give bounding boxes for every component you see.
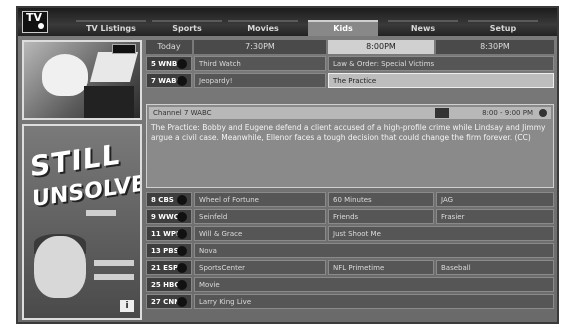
program-channel-label: Channel 7 WABC — [153, 109, 212, 117]
live-preview-window[interactable] — [22, 40, 142, 120]
program-cell[interactable]: Baseball — [436, 260, 554, 275]
program-cell[interactable]: Friends — [328, 209, 434, 224]
tab-sports[interactable]: Sports — [152, 20, 222, 36]
channel-row: 13 PBS Nova — [146, 243, 554, 258]
channel-row: 27 CNN Larry King Live — [146, 294, 554, 309]
reminder-icon[interactable] — [539, 109, 547, 117]
program-cell[interactable]: 60 Minutes — [328, 192, 434, 207]
channel-label[interactable]: 11 WPIX — [146, 226, 192, 241]
record-icon[interactable] — [435, 108, 449, 118]
promo-ad-panel[interactable]: STILL UNSOLVED i — [22, 124, 142, 320]
channel-label[interactable]: 25 HBO — [146, 277, 192, 292]
channel-label[interactable]: 9 WWOR — [146, 209, 192, 224]
network-logo-icon — [177, 280, 187, 290]
preview-graphic — [89, 52, 139, 82]
program-cell[interactable]: JAG — [436, 192, 554, 207]
top-navigation-bar: TV TV Listings Sports Movies Kids News Setup — [18, 8, 557, 36]
program-cell[interactable]: Nova — [194, 243, 554, 258]
program-cell[interactable]: Just Shoot Me — [328, 226, 554, 241]
program-cell[interactable]: NFL Primetime — [328, 260, 434, 275]
network-logo-icon — [177, 195, 187, 205]
network-logo-icon — [177, 212, 187, 222]
network-logo-icon — [177, 297, 187, 307]
program-info-panel: Channel 7 WABC 8:00 - 9:00 PM The Practi… — [146, 104, 554, 188]
program-cell[interactable]: Third Watch — [194, 56, 326, 71]
program-cell[interactable]: Jeopardy! — [194, 73, 326, 88]
channel-number: 25 HBO — [151, 281, 181, 289]
football-helmet-image — [42, 54, 88, 96]
tab-tv-listings[interactable]: TV Listings — [76, 20, 146, 36]
tv-logo: TV — [22, 11, 48, 33]
channel-row: 25 HBO Movie — [146, 277, 554, 292]
tab-news[interactable]: News — [388, 20, 458, 36]
program-cell[interactable]: The Practice — [328, 73, 554, 88]
program-cell[interactable]: Law & Order: Special Victims — [328, 56, 554, 71]
channel-row: 21 ESPN SportsCenter NFL Primetime Baseball — [146, 260, 554, 275]
channel-number: 27 CNN — [151, 298, 181, 306]
program-cell[interactable]: Will & Grace — [194, 226, 326, 241]
program-time-label: 8:00 - 9:00 PM — [482, 109, 533, 117]
program-description: The Practice: Bobby and Eugene defend a … — [151, 123, 546, 142]
channel-label[interactable]: 5 WNBC — [146, 56, 192, 71]
channel-label[interactable]: 13 PBS — [146, 243, 192, 258]
program-cell[interactable]: Movie — [194, 277, 554, 292]
program-cell[interactable]: SportsCenter — [194, 260, 326, 275]
promo-caption-graphic — [86, 210, 116, 216]
picture-in-picture-icon — [112, 44, 136, 54]
channel-label[interactable]: 8 CBS — [146, 192, 192, 207]
promo-caption-graphic — [94, 274, 134, 280]
channel-row: 11 WPIX Will & Grace Just Shoot Me — [146, 226, 554, 241]
logo-dot-icon — [38, 23, 44, 29]
preview-figure — [84, 86, 134, 118]
time-slot-0: Today — [146, 40, 192, 54]
time-slot-2: 8:00PM — [328, 40, 434, 54]
network-logo-icon — [177, 263, 187, 273]
tab-kids[interactable]: Kids — [308, 20, 378, 36]
program-cell[interactable]: Seinfeld — [194, 209, 326, 224]
channel-number: 8 CBS — [151, 196, 174, 204]
network-logo-icon — [177, 76, 187, 86]
channel-row: 9 WWOR Seinfeld Friends Frasier — [146, 209, 554, 224]
program-cell[interactable]: Larry King Live — [194, 294, 554, 309]
network-logo-icon — [177, 246, 187, 256]
program-cell[interactable]: Wheel of Fortune — [194, 192, 326, 207]
program-info-header: Channel 7 WABC 8:00 - 9:00 PM — [149, 107, 551, 119]
channel-row: 7 WABC Jeopardy! The Practice — [146, 73, 554, 88]
time-slot-3: 8:30PM — [436, 40, 554, 54]
program-cell[interactable]: Frasier — [436, 209, 554, 224]
network-logo-icon — [177, 229, 187, 239]
info-button[interactable]: i — [120, 300, 134, 312]
promo-caption-graphic — [94, 260, 134, 266]
channel-label[interactable]: 27 CNN — [146, 294, 192, 309]
tab-movies[interactable]: Movies — [228, 20, 298, 36]
promo-host-photo — [34, 236, 86, 298]
time-slot-1: 7:30PM — [194, 40, 326, 54]
tv-guide-screen: TV TV Listings Sports Movies Kids News Setup … — [16, 6, 559, 324]
tab-setup[interactable]: Setup — [468, 20, 538, 36]
channel-number: 13 PBS — [151, 247, 179, 255]
channel-row: 5 WNBC Third Watch Law & Order: Special Vi… — [146, 56, 554, 71]
network-logo-icon — [177, 59, 187, 69]
channel-row: 8 CBS Wheel of Fortune 60 Minutes JAG — [146, 192, 554, 207]
channel-label[interactable]: 7 WABC — [146, 73, 192, 88]
program-guide-grid: Today 7:30PM 8:00PM 8:30PM 5 WNBC Third Watc… — [146, 40, 554, 322]
channel-label[interactable]: 21 ESPN — [146, 260, 192, 275]
